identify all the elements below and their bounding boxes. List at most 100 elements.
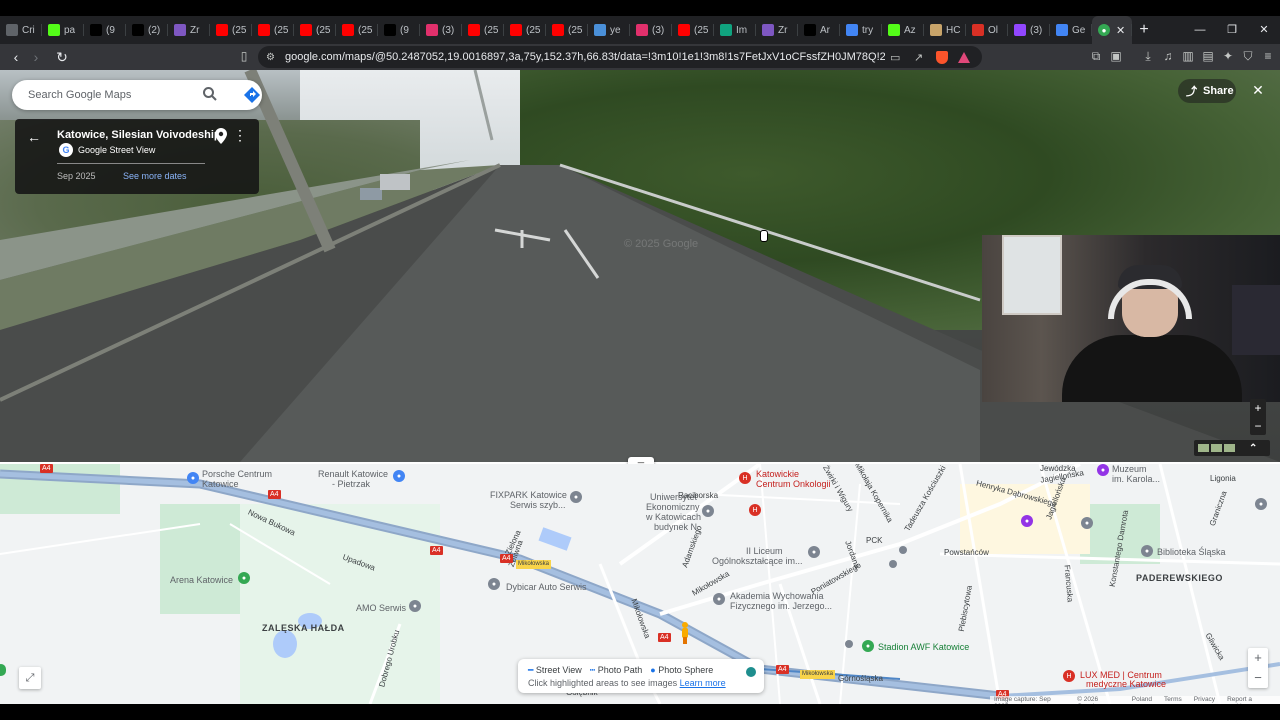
arena-poi-icon[interactable]: ● — [238, 572, 250, 584]
back-arrow-icon[interactable]: ← — [27, 129, 41, 145]
url-text[interactable]: google.com/maps/@50.2487052,19.0016897,3… — [285, 51, 885, 63]
new-tab-button[interactable]: + — [1132, 21, 1156, 39]
directions-icon[interactable] — [242, 85, 262, 105]
poi-icon[interactable]: ● — [1021, 515, 1033, 527]
map-label[interactable]: Katowickie — [756, 469, 799, 479]
map-label[interactable]: Centrum Onkologii — [756, 479, 831, 489]
sidebar-icon[interactable]: ▥ — [1180, 48, 1196, 64]
browser-tab[interactable]: Zr — [168, 16, 210, 44]
cast-icon[interactable]: ▭ — [890, 51, 900, 64]
search-box[interactable]: Search Google Maps — [12, 80, 262, 110]
map-label[interactable]: Muzeum — [1112, 464, 1147, 474]
browser-tab[interactable]: Zr — [756, 16, 798, 44]
map-label[interactable]: FIXPARK Katowice — [490, 490, 567, 500]
browser-tab[interactable]: try — [840, 16, 882, 44]
brave-rewards-icon[interactable] — [958, 51, 970, 63]
expand-map-icon[interactable]: ⤢ — [19, 667, 41, 689]
map-label[interactable]: Porsche Centrum — [202, 469, 272, 479]
map-label[interactable]: Arena Katowice — [170, 575, 233, 585]
share-page-icon[interactable]: ↗ — [914, 51, 923, 64]
browser-tab[interactable]: (9 — [84, 16, 126, 44]
browser-tab[interactable]: (25 — [504, 16, 546, 44]
map-label[interactable]: medyczne Katowice — [1086, 679, 1166, 689]
browser-tab[interactable]: (25 — [210, 16, 252, 44]
close-street-view-icon[interactable]: ✕ — [1248, 82, 1268, 99]
vpn-icon[interactable]: ⛉ — [1240, 48, 1256, 64]
transit-stop-icon[interactable] — [899, 546, 907, 554]
map-label[interactable]: AMO Serwis — [356, 603, 406, 613]
browser-tab[interactable]: ye — [588, 16, 630, 44]
leo-ai-icon[interactable]: ✦ — [1220, 48, 1236, 64]
media-icon[interactable]: ♫ — [1160, 48, 1176, 64]
map-label[interactable]: Akademia Wychowania — [730, 591, 823, 601]
browser-tab[interactable]: Im — [714, 16, 756, 44]
browser-tab[interactable]: pa — [42, 16, 84, 44]
map-label[interactable]: Ogólnokształcące im... — [712, 556, 803, 566]
map-label[interactable]: II Liceum — [746, 546, 783, 556]
dybicar-poi-icon[interactable]: ● — [488, 578, 500, 590]
brave-shield-icon[interactable] — [936, 50, 948, 64]
zoom-out-icon[interactable]: − — [1250, 417, 1266, 435]
map-label[interactable]: Biblioteka Śląska — [1157, 547, 1226, 557]
zoom-in-icon[interactable]: + — [1250, 399, 1266, 417]
wallet-icon[interactable]: ▤ — [1200, 48, 1216, 64]
browser-tab[interactable]: (25 — [252, 16, 294, 44]
museum-poi-icon[interactable]: ● — [1097, 464, 1109, 476]
pegman-icon[interactable] — [680, 622, 690, 644]
screenshot-icon[interactable]: ▣ — [1108, 48, 1124, 64]
map-label[interactable]: Renault Katowice — [318, 469, 388, 479]
thumbnail-3[interactable] — [1224, 444, 1235, 452]
browser-tab[interactable]: Ge — [1050, 16, 1092, 44]
renault-poi-icon[interactable]: ● — [393, 470, 405, 482]
tab-google-maps-active[interactable]: ● ✕ — [1092, 16, 1132, 44]
browser-tab[interactable]: (3) — [420, 16, 462, 44]
map-label[interactable]: Fizycznego im. Jerzego... — [730, 601, 832, 611]
close-window-icon[interactable]: ✕ — [1248, 16, 1280, 44]
search-input[interactable]: Search Google Maps — [28, 89, 131, 101]
map-panel[interactable]: Porsche Centrum Katowice Renault Katowic… — [0, 464, 1280, 704]
share-button[interactable]: ⤴ Share — [1178, 79, 1236, 103]
menu-icon[interactable]: ≡ — [1260, 48, 1276, 64]
browser-tab[interactable]: Cri — [0, 16, 42, 44]
browser-tab[interactable]: (9 — [378, 16, 420, 44]
close-tab-icon[interactable]: ✕ — [1116, 24, 1125, 37]
map-label[interactable]: Ekonomiczny — [646, 502, 700, 512]
browser-tab[interactable]: Ar — [798, 16, 840, 44]
learn-more-link[interactable]: Learn more — [680, 678, 726, 688]
browser-tab[interactable]: HC — [924, 16, 966, 44]
fixpark-poi-icon[interactable]: ● — [570, 491, 582, 503]
map-zoom-out-icon[interactable]: − — [1248, 668, 1268, 688]
transit-stop-icon[interactable] — [845, 640, 853, 648]
map-label[interactable]: im. Karola... — [1112, 474, 1160, 484]
school-poi-icon[interactable]: ● — [808, 546, 820, 558]
map-label[interactable]: - Pietrzak — [332, 479, 370, 489]
map-label[interactable]: Stadion AWF Katowice — [878, 642, 969, 652]
porsche-poi-icon[interactable]: ● — [187, 472, 199, 484]
location-pin-icon[interactable] — [215, 128, 227, 144]
thumbnail-2[interactable] — [1211, 444, 1222, 452]
browser-tab[interactable]: (3) — [630, 16, 672, 44]
thumbnail-1[interactable] — [1198, 444, 1209, 452]
map-label[interactable]: Dybicar Auto Serwis — [506, 582, 587, 592]
map-label[interactable]: Katowice — [202, 479, 239, 489]
academy-poi-icon[interactable]: ● — [713, 593, 725, 605]
browser-tab[interactable]: (25 — [294, 16, 336, 44]
see-more-dates-link[interactable]: See more dates — [123, 171, 187, 181]
browser-tab[interactable]: (2) — [126, 16, 168, 44]
search-icon[interactable] — [202, 86, 218, 102]
poi-icon[interactable]: ● — [1255, 498, 1267, 510]
extensions-icon[interactable]: ⧉ — [1088, 48, 1104, 64]
library-poi-icon[interactable]: ● — [1141, 545, 1153, 557]
country-link[interactable]: Poland — [1132, 696, 1152, 704]
browser-tab[interactable]: (3) — [1008, 16, 1050, 44]
site-info-icon[interactable]: ⚙ — [266, 52, 275, 63]
reload-icon[interactable]: ↻ — [52, 49, 72, 66]
browser-tab[interactable]: Ol — [966, 16, 1008, 44]
layer-toggle-icon[interactable] — [746, 667, 756, 677]
bookmark-icon[interactable]: ▯ — [236, 48, 252, 64]
more-options-icon[interactable]: ⋮ — [233, 127, 247, 144]
browser-tab[interactable]: (25 — [672, 16, 714, 44]
university-poi-icon[interactable]: ● — [702, 505, 714, 517]
browser-tab[interactable]: (25 — [336, 16, 378, 44]
transit-stop-icon[interactable] — [889, 560, 897, 568]
